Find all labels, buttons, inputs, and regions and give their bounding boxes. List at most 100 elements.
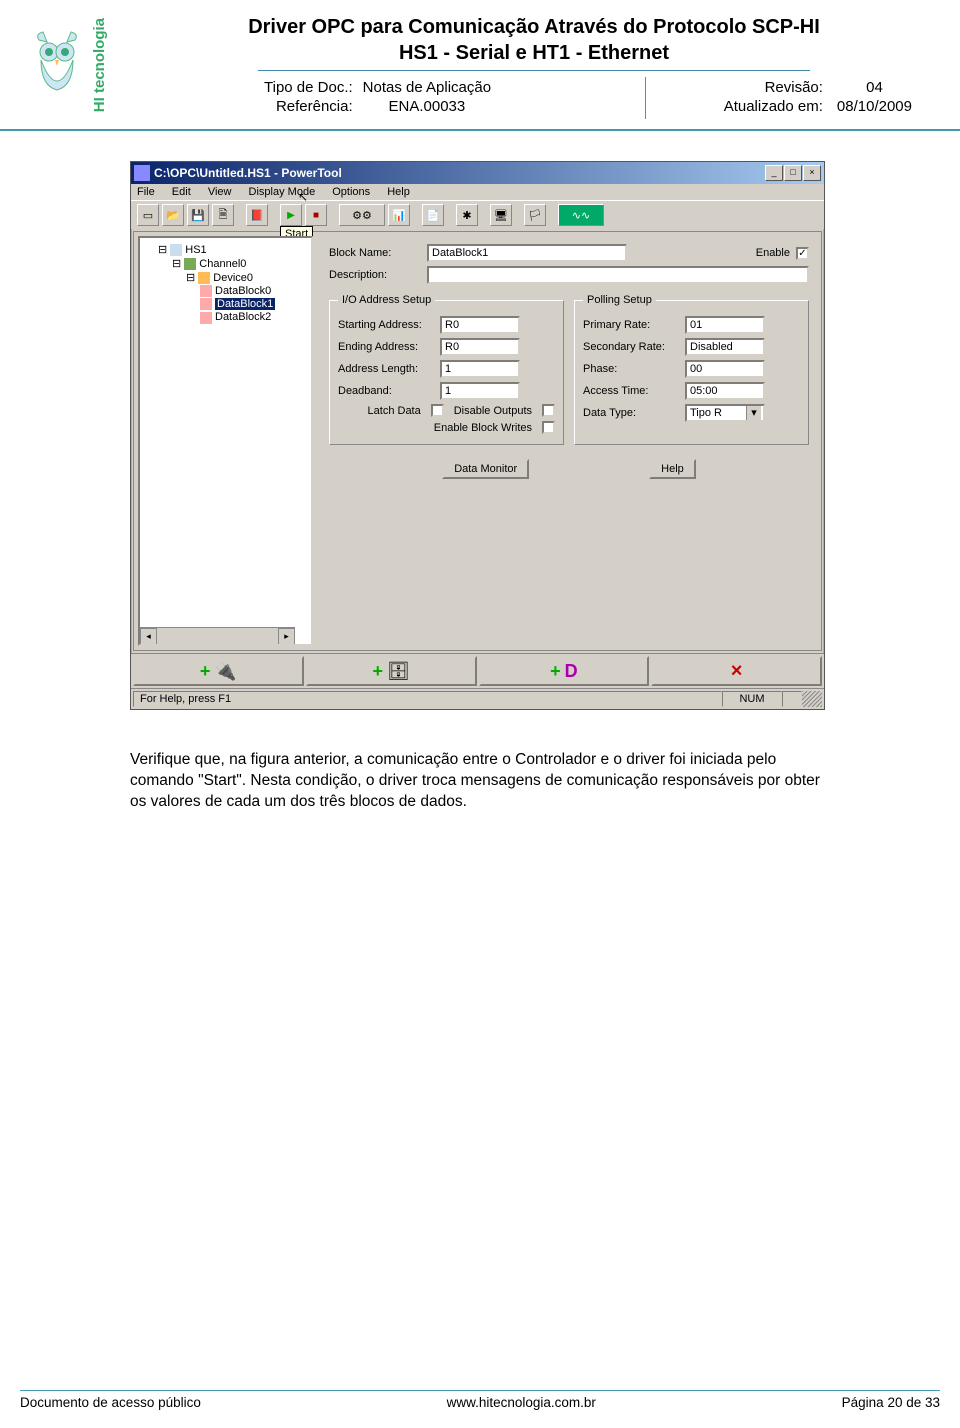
latch-data-label: Latch Data [368, 405, 421, 417]
embedded-screenshot: C:\OPC\Untitled.HS1 - PowerTool _ □ × Fi… [130, 161, 825, 710]
description-input[interactable] [427, 266, 809, 284]
enable-block-writes-checkbox[interactable] [542, 421, 555, 434]
latch-data-checkbox[interactable] [431, 404, 444, 417]
tb-wave-icon[interactable]: ∿∿ [558, 204, 604, 226]
phase-input[interactable]: 00 [685, 360, 765, 378]
io-address-legend: I/O Address Setup [338, 294, 435, 306]
tipo-value: Notas de Aplicação [359, 79, 495, 96]
header-rule-bottom [0, 129, 960, 131]
tb-book-icon[interactable]: 📕 [246, 204, 268, 226]
owl-icon [29, 30, 85, 100]
secondary-rate-label: Secondary Rate: [583, 341, 679, 353]
tb-start-icon[interactable] [280, 204, 302, 226]
menu-options[interactable]: Options [332, 186, 370, 198]
page-header: HI tecnologia Driver OPC para Comunicaçã… [0, 0, 960, 123]
block-name-label: Block Name: [329, 247, 421, 259]
tree-db2[interactable]: DataBlock2 [215, 311, 271, 323]
tb-chart-icon[interactable]: 📊 [388, 204, 410, 226]
datablock-icon [200, 312, 212, 324]
plus-icon: + [200, 661, 211, 682]
start-addr-input[interactable]: R0 [440, 316, 520, 334]
tb-doc-icon[interactable]: 📄 [422, 204, 444, 226]
phase-label: Phase: [583, 363, 679, 375]
tb-target-icon[interactable]: ✱ [456, 204, 478, 226]
addr-len-label: Address Length: [338, 363, 434, 375]
title-column: Driver OPC para Comunicação Através do P… [128, 8, 940, 123]
ref-label: Referência: [260, 98, 357, 115]
bottom-toolbar: +🔌 +🗄 +D × [131, 653, 824, 688]
tb-open-icon[interactable]: 📂 [162, 204, 184, 226]
primary-rate-input[interactable]: 01 [685, 316, 765, 334]
access-time-input[interactable]: 05:00 [685, 382, 765, 400]
tb-saveas-icon[interactable]: 🗎 [212, 204, 234, 226]
secondary-rate-input[interactable]: Disabled [685, 338, 765, 356]
cursor-icon: ↖ [298, 190, 308, 204]
scroll-right-icon[interactable]: ▸ [278, 628, 295, 645]
menu-bar[interactable]: File Edit View Display Mode Options Help [131, 184, 824, 200]
titlebar[interactable]: C:\OPC\Untitled.HS1 - PowerTool _ □ × [131, 162, 824, 184]
footer-left: Documento de acesso público [20, 1395, 201, 1410]
tree-device[interactable]: Device0 [213, 272, 253, 284]
deadband-input[interactable]: 1 [440, 382, 520, 400]
status-bar: For Help, press F1 NUM [131, 688, 824, 709]
scroll-left-icon[interactable]: ◂ [140, 628, 157, 645]
meta-separator [645, 77, 646, 119]
addr-len-input[interactable]: 1 [440, 360, 520, 378]
logo-column: HI tecnologia [8, 8, 128, 112]
enable-checkbox[interactable] [796, 247, 809, 260]
tb-device-icon[interactable]: 🖥 [490, 204, 512, 226]
add-channel-button[interactable]: +🔌 [133, 656, 304, 686]
menu-file[interactable]: File [137, 186, 155, 198]
disable-outputs-checkbox[interactable] [542, 404, 555, 417]
add-device-button[interactable]: +🗄 [306, 656, 477, 686]
toolbar: ▭ 📂 💾 🗎 📕 ↖ Start ⚙⚙ 📊 📄 ✱ 🖥 🏳 [131, 200, 824, 229]
data-type-select[interactable]: Tipo R [685, 404, 765, 422]
d-cube-icon: D [565, 661, 578, 682]
polling-legend: Polling Setup [583, 294, 656, 306]
tree-root[interactable]: HS1 [185, 244, 206, 256]
access-time-label: Access Time: [583, 385, 679, 397]
plus-icon: + [372, 661, 383, 682]
footer-rule [20, 1390, 940, 1391]
help-button[interactable]: Help [649, 459, 696, 479]
tree-db0[interactable]: DataBlock0 [215, 285, 271, 297]
data-type-label: Data Type: [583, 407, 679, 419]
tb-stop-icon[interactable] [305, 204, 327, 226]
menu-help[interactable]: Help [387, 186, 410, 198]
tipo-label: Tipo de Doc.: [260, 79, 357, 96]
tb-save-icon[interactable]: 💾 [187, 204, 209, 226]
menu-view[interactable]: View [208, 186, 232, 198]
rev-value: 04 [831, 79, 918, 96]
end-addr-input[interactable]: R0 [440, 338, 520, 356]
end-addr-label: Ending Address: [338, 341, 434, 353]
resize-grip-icon[interactable] [802, 691, 822, 707]
upd-value: 08/10/2009 [831, 98, 918, 115]
data-monitor-button[interactable]: Data Monitor [442, 459, 529, 479]
minimize-button[interactable]: _ [765, 165, 783, 181]
enable-label: Enable [756, 247, 790, 259]
tree-scrollbar-h[interactable]: ◂ ▸ [140, 627, 295, 644]
close-button[interactable]: × [803, 165, 821, 181]
footer-right: Página 20 de 33 [842, 1395, 940, 1410]
tree-channel[interactable]: Channel0 [199, 258, 246, 270]
status-text: For Help, press F1 [133, 691, 722, 707]
form-pane: Block Name: DataBlock1 Enable Descriptio… [317, 232, 821, 650]
block-name-input[interactable]: DataBlock1 [427, 244, 627, 262]
tb-config-icon[interactable]: ⚙⚙ [339, 204, 385, 226]
logo-text: HI tecnologia [91, 18, 108, 112]
delete-button[interactable]: × [651, 656, 822, 686]
channel-icon [184, 258, 196, 270]
menu-edit[interactable]: Edit [172, 186, 191, 198]
logo: HI tecnologia [29, 18, 108, 112]
maximize-button[interactable]: □ [784, 165, 802, 181]
tb-new-icon[interactable]: ▭ [137, 204, 159, 226]
tb-flag-icon[interactable]: 🏳 [524, 204, 546, 226]
header-rule [258, 70, 810, 71]
upd-label: Atualizado em: [718, 98, 829, 115]
tree: ⊟ HS1 ⊟ Channel0 ⊟ Device0 DataBlock0 Da… [144, 243, 307, 324]
tree-db1[interactable]: DataBlock1 [215, 298, 275, 310]
add-datablock-button[interactable]: +D [479, 656, 650, 686]
server-icon [170, 244, 182, 256]
tree-pane[interactable]: ⊟ HS1 ⊟ Channel0 ⊟ Device0 DataBlock0 Da… [138, 236, 313, 646]
description-label: Description: [329, 269, 421, 281]
